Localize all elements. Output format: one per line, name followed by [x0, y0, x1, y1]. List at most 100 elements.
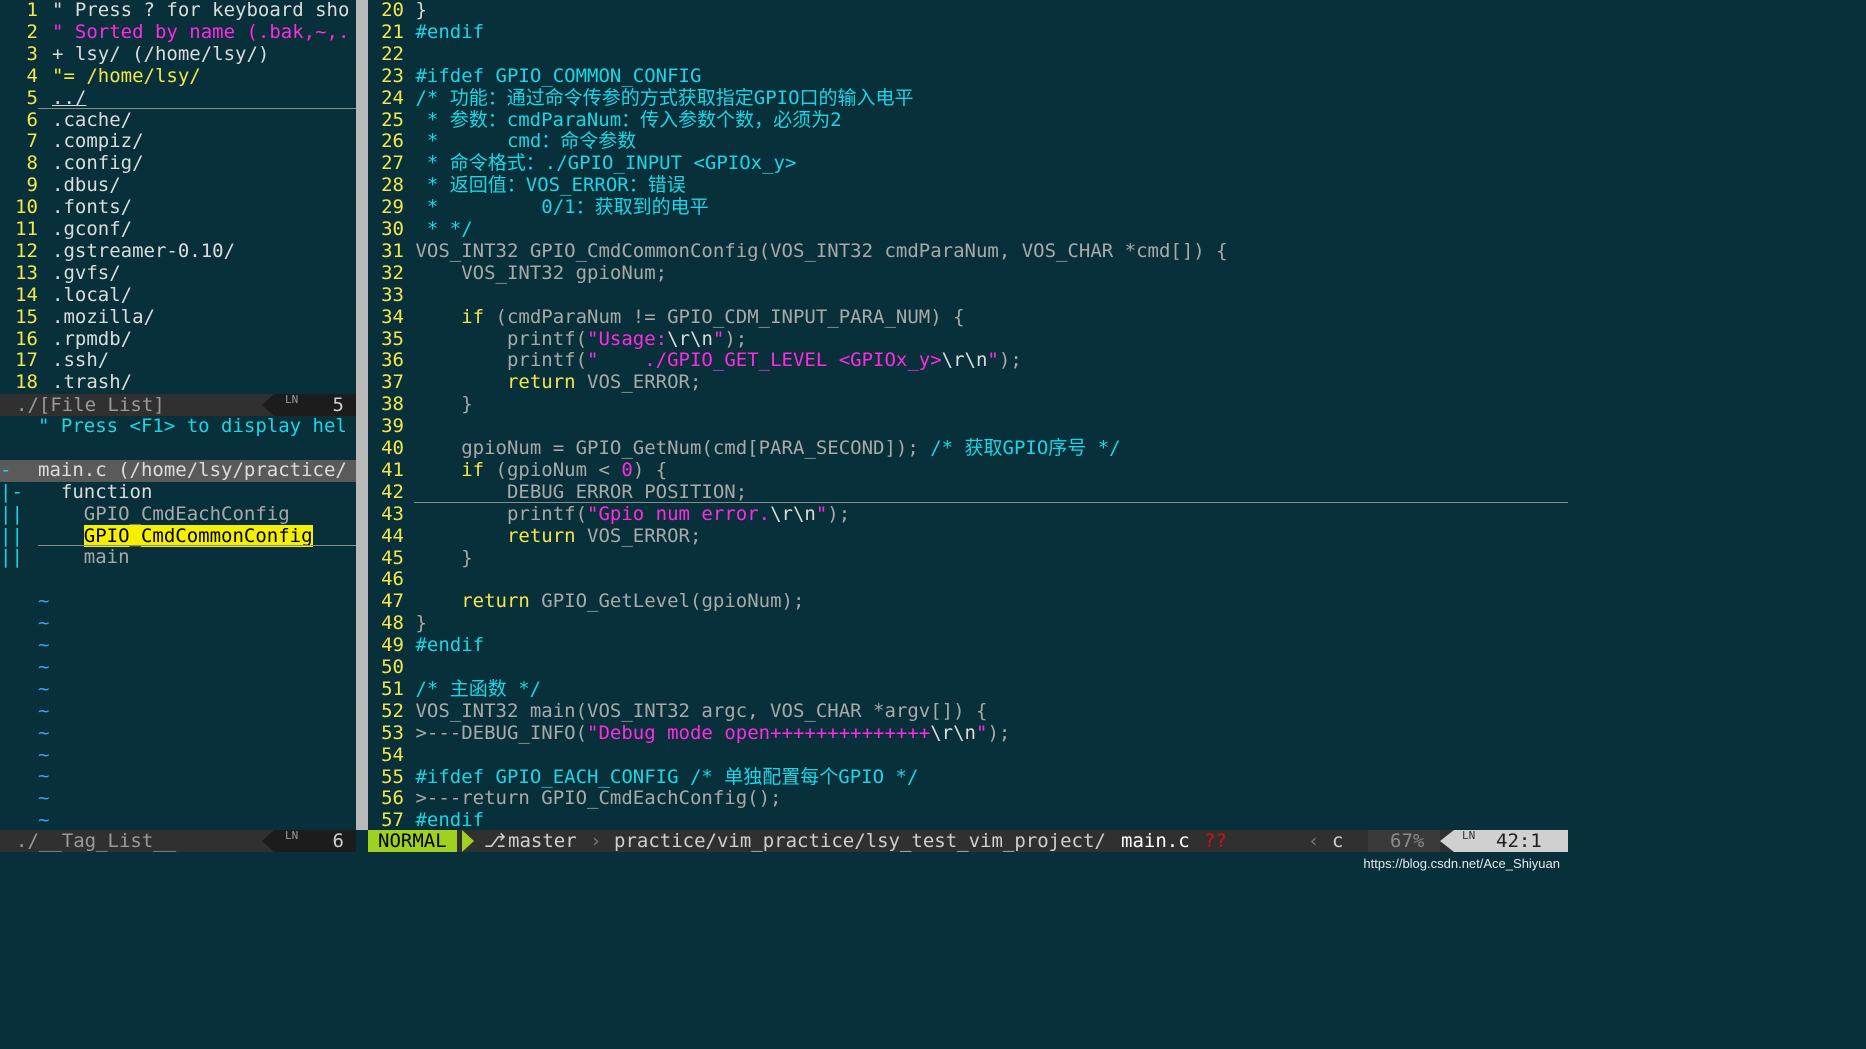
- file-entry[interactable]: ../: [52, 87, 86, 109]
- file-entry[interactable]: .config/: [52, 152, 144, 174]
- code-line[interactable]: 37 return VOS_ERROR;: [368, 371, 701, 394]
- line-number: 30: [381, 218, 404, 240]
- list-item[interactable]: || GPIO_CmdCommonConfig: [0, 524, 313, 548]
- tag-entry[interactable]: main.c (/home/lsy/practice/: [38, 459, 347, 481]
- tag-entry[interactable]: " Press <F1> to display hel: [38, 416, 347, 437]
- file-entry[interactable]: "= /home/lsy/: [52, 65, 201, 87]
- file-entry[interactable]: .rpmdb/: [52, 328, 132, 350]
- code-line[interactable]: 47 return GPIO_GetLevel(gpioNum);: [368, 590, 804, 613]
- code-line[interactable]: 32 VOS_INT32 gpioNum;: [368, 262, 667, 285]
- code-line[interactable]: 53 >---DEBUG_INFO("Debug mode open++++++…: [368, 722, 1010, 745]
- code-line[interactable]: 45 }: [368, 547, 473, 570]
- list-item[interactable]: - main.c (/home/lsy/practice/: [0, 459, 356, 482]
- file-list-pane[interactable]: 1 " Press ? for keyboard sho 2 " Sorted by …: [0, 0, 356, 394]
- file-entry[interactable]: .gconf/: [52, 218, 132, 240]
- file-entry[interactable]: .dbus/: [52, 174, 121, 196]
- list-item[interactable]: 14 .local/: [0, 284, 132, 307]
- empty-line-tilde: ~: [38, 765, 50, 788]
- list-item[interactable]: 18 .trash/: [0, 371, 132, 394]
- file-entry[interactable]: .ssh/: [52, 349, 109, 371]
- code-line[interactable]: 27 * 命令格式：./GPIO_INPUT <GPIOx_y>: [368, 152, 796, 175]
- command-line[interactable]: [0, 852, 1568, 880]
- code-line[interactable]: 41 if (gpioNum < 0) {: [368, 459, 667, 482]
- list-item[interactable]: 6 .cache/: [0, 109, 133, 132]
- code-line[interactable]: 48 }: [368, 612, 427, 635]
- tag-entry[interactable]: main: [38, 546, 130, 568]
- line-number: 43: [381, 502, 404, 525]
- code-line[interactable]: 24 /* 功能：通过命令传参的方式获取指定GPIO口的输入电平: [368, 87, 913, 110]
- code-line[interactable]: 36 printf(" ./GPIO_GET_LEVEL <GPIOx_y>\r…: [368, 349, 1022, 372]
- code-line[interactable]: 42 DEBUG_ERROR_POSITION;: [368, 481, 747, 504]
- code-token: /* 获取GPIO序号 */: [930, 437, 1121, 459]
- line-number: 22: [381, 42, 404, 65]
- code-line[interactable]: 22: [368, 42, 415, 66]
- list-item[interactable]: 10 .fonts/: [0, 196, 132, 219]
- list-item[interactable]: 12 .gstreamer-0.10/: [0, 240, 235, 263]
- code-line[interactable]: 51 /* 主函数 */: [368, 678, 541, 701]
- file-entry[interactable]: .compiz/: [52, 130, 144, 152]
- list-item[interactable]: || GPIO_CmdEachConfig: [0, 503, 290, 526]
- code-line[interactable]: 25 * 参数：cmdParaNum：传入参数个数，必须为2: [368, 109, 842, 132]
- code-line[interactable]: 29 * 0/1：获取到的电平: [368, 196, 709, 219]
- code-line[interactable]: 57 #endif: [368, 809, 484, 830]
- file-entry[interactable]: + lsy/ (/home/lsy/): [52, 43, 269, 65]
- code-line[interactable]: 55 #ifdef GPIO_EACH_CONFIG /* 单独配置每个GPIO…: [368, 766, 918, 789]
- file-list-status-name: ./[File List]: [16, 394, 165, 416]
- file-entry[interactable]: .gstreamer-0.10/: [52, 240, 235, 262]
- code-line[interactable]: 23 #ifdef GPIO_COMMON_CONFIG: [368, 65, 701, 88]
- code-line[interactable]: 28 * 返回值：VOS_ERROR：错误: [368, 174, 686, 197]
- code-token: printf(: [415, 502, 588, 525]
- list-item[interactable]: || main: [0, 546, 130, 569]
- tag-entry[interactable]: function: [38, 481, 153, 503]
- list-item[interactable]: 9 .dbus/: [0, 174, 121, 197]
- code-line[interactable]: 54: [368, 744, 415, 767]
- file-entry[interactable]: .cache/: [52, 109, 132, 131]
- tag-entry[interactable]: GPIO_CmdEachConfig: [38, 503, 290, 525]
- file-entry[interactable]: " Press ? for keyboard sho: [52, 0, 349, 21]
- code-line[interactable]: 39: [368, 415, 415, 438]
- list-item[interactable]: 13 .gvfs/: [0, 262, 121, 285]
- file-entry[interactable]: .fonts/: [52, 196, 132, 218]
- code-line[interactable]: 21 #endif: [368, 21, 484, 44]
- tag-list-pane[interactable]: " Press <F1> to display hel - main.c (/hom…: [0, 416, 356, 830]
- list-item[interactable]: 1 " Press ? for keyboard sho: [0, 0, 350, 22]
- list-item[interactable]: |- function: [0, 481, 153, 504]
- code-line[interactable]: 46: [368, 568, 415, 591]
- list-item[interactable]: 16 .rpmdb/: [0, 328, 132, 351]
- code-line[interactable]: 43 printf("Gpio num error.\r\n");: [368, 502, 850, 526]
- list-item[interactable]: 15 .mozilla/: [0, 306, 155, 329]
- list-item[interactable]: 7 .compiz/: [0, 130, 144, 153]
- list-item[interactable]: 4 "= /home/lsy/: [0, 65, 201, 88]
- line-number: 37: [381, 371, 404, 394]
- list-item[interactable]: 11 .gconf/: [0, 218, 132, 241]
- code-line[interactable]: 49 #endif: [368, 634, 484, 657]
- code-line[interactable]: 40 gpioNum = GPIO_GetNum(cmd[PARA_SECOND…: [368, 437, 1121, 460]
- file-entry[interactable]: .gvfs/: [52, 262, 121, 284]
- code-line[interactable]: 20 }: [368, 0, 427, 22]
- list-item[interactable]: 3 + lsy/ (/home/lsy/): [0, 43, 270, 66]
- vertical-split-divider[interactable]: [356, 0, 368, 830]
- file-entry[interactable]: .mozilla/: [52, 306, 155, 328]
- code-line[interactable]: 56 >---return GPIO_CmdEachConfig();: [368, 787, 781, 810]
- list-item[interactable]: 5 ../: [0, 87, 87, 110]
- list-item[interactable]: [0, 438, 38, 460]
- code-line[interactable]: 52 VOS_INT32 main(VOS_INT32 argc, VOS_CH…: [368, 700, 987, 723]
- code-line[interactable]: 26 * cmd：命令参数: [368, 130, 636, 153]
- code-line[interactable]: 35 printf("Usage:\r\n");: [368, 328, 747, 351]
- code-line[interactable]: 38 }: [368, 393, 473, 416]
- code-line[interactable]: 30 * */: [368, 218, 473, 241]
- file-entry[interactable]: .trash/: [52, 371, 132, 393]
- code-line[interactable]: 31 VOS_INT32 GPIO_CmdCommonConfig(VOS_IN…: [368, 240, 1228, 263]
- list-item[interactable]: 2 " Sorted by name (.bak,~,.: [0, 21, 350, 44]
- code-line[interactable]: 34 if (cmdParaNum != GPIO_CDM_INPUT_PARA…: [368, 306, 964, 329]
- code-line[interactable]: 44 return VOS_ERROR;: [368, 525, 701, 548]
- code-line[interactable]: 50: [368, 656, 415, 679]
- tag-entry[interactable]: GPIO_CmdCommonConfig: [83, 524, 313, 547]
- code-line[interactable]: 33: [368, 284, 415, 307]
- file-entry[interactable]: " Sorted by name (.bak,~,.: [52, 21, 349, 43]
- file-entry[interactable]: .local/: [52, 284, 132, 306]
- list-item[interactable]: 17 .ssh/: [0, 349, 109, 372]
- list-item[interactable]: 8 .config/: [0, 152, 144, 175]
- list-item[interactable]: " Press <F1> to display hel: [0, 416, 347, 438]
- code-editor-pane[interactable]: 20 } 21 #endif 22 23 #ifdef GPIO_COMMON_CO…: [368, 0, 1568, 830]
